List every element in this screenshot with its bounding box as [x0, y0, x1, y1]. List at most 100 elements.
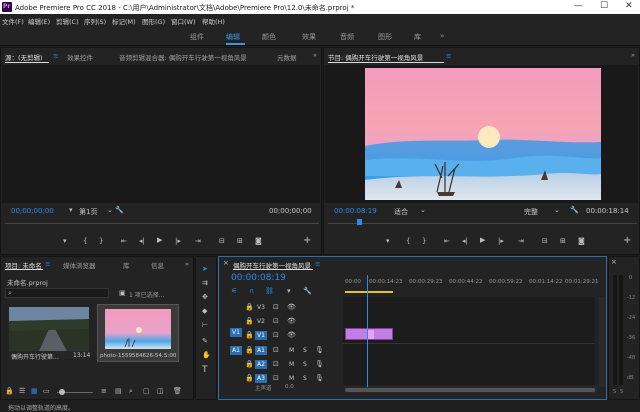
master-track-value[interactable]: 0.0	[285, 384, 294, 390]
source-page-select[interactable]: 第1页	[79, 207, 97, 217]
track-lock-icon[interactable]: 🔒	[245, 346, 254, 354]
program-quality-select[interactable]: 完整	[524, 207, 538, 217]
tab-media-browser[interactable]: 媒体浏览器	[63, 260, 96, 270]
track-mute-button[interactable]: M	[289, 347, 294, 354]
source-mark-out-icon[interactable]: }	[99, 237, 103, 245]
project-item-video[interactable]: 偶购开车行驶第... 13:14	[9, 307, 90, 361]
track-label-v3[interactable]: V3	[257, 304, 265, 311]
track-eye-icon[interactable]: 👁	[287, 317, 296, 325]
timeline-scrollbar[interactable]	[345, 387, 597, 393]
source-wrench-icon[interactable]: 🔧	[115, 206, 124, 214]
menu-help[interactable]: 帮助(H)	[202, 16, 225, 26]
source-timecode-right[interactable]: 00;00;00;00	[269, 207, 312, 215]
freeform-view-icon[interactable]: ▭	[43, 387, 50, 395]
time-ruler[interactable]: 00:00 00:00:14:23 00:00:29:23 00:00:44:2…	[345, 275, 599, 295]
program-fit-chevron-icon[interactable]: ⌄	[420, 206, 426, 214]
timeline-wrench-icon[interactable]: 🔧	[303, 287, 312, 295]
icon-view-icon[interactable]: ▦	[31, 387, 38, 395]
source-insert-icon[interactable]: ⊟	[219, 237, 225, 245]
track-label-a1[interactable]: A1	[255, 346, 267, 355]
source-overwrite-icon[interactable]: ⊞	[237, 237, 243, 245]
track-mic-icon[interactable]: 🎙	[315, 374, 324, 382]
track-label-v2[interactable]: V2	[257, 318, 265, 325]
project-tab-menu-icon[interactable]: ≡	[45, 260, 50, 268]
source-scrubber[interactable]	[5, 223, 319, 224]
source-go-to-out-icon[interactable]: ⇥	[195, 237, 201, 245]
program-mark-in-icon[interactable]: {	[406, 237, 410, 245]
menu-graphics[interactable]: 图形(G)	[142, 16, 165, 26]
track-lock-icon[interactable]: 🔒	[245, 360, 254, 368]
maximize-button[interactable]: ☐	[600, 1, 608, 11]
new-folder-icon[interactable]: ▢	[143, 387, 150, 395]
type-tool-icon[interactable]: T	[202, 365, 208, 375]
program-quality-chevron-icon[interactable]: ⌄	[554, 206, 560, 214]
work-area-bar[interactable]	[345, 291, 393, 293]
find-icon[interactable]: ⌕	[129, 387, 133, 396]
meter-solo-button[interactable]: S	[620, 389, 623, 395]
program-step-back-icon[interactable]: ◂|	[462, 237, 468, 245]
clip-segment[interactable]	[368, 330, 374, 339]
track-solo-button[interactable]: S	[303, 375, 307, 382]
workspace-libraries[interactable]: 库	[414, 32, 421, 42]
workspace-assembly[interactable]: 组件	[190, 32, 204, 42]
track-mic-icon[interactable]: 🎙	[315, 360, 324, 368]
track-lock-icon[interactable]: 🔒	[245, 374, 254, 382]
source-page-chevron-icon[interactable]: ⌄	[107, 206, 113, 214]
source-go-to-in-icon[interactable]: ⇤	[121, 237, 127, 245]
project-search-input[interactable]: ⌕	[5, 288, 109, 298]
program-scrubber[interactable]	[328, 223, 637, 224]
insert-overwrite-icon[interactable]: ⚟	[231, 287, 237, 295]
program-add-button-icon[interactable]: +	[623, 235, 631, 246]
program-export-frame-icon[interactable]: ◙	[578, 237, 585, 245]
timeline-close-icon[interactable]: ×	[223, 259, 229, 267]
program-timecode-left[interactable]: 00:00:08:19	[334, 207, 377, 215]
track-sync-lock-icon[interactable]: ⊡	[273, 317, 279, 325]
track-sync-lock-icon[interactable]: ⊡	[273, 360, 279, 368]
source-step-forward-icon[interactable]: |▸	[175, 237, 181, 245]
razor-tool-icon[interactable]: ◆	[202, 307, 207, 315]
tab-program[interactable]: 节目: 偶购开车行驶第一视角风景	[328, 52, 423, 62]
menu-window[interactable]: 窗口(W)	[171, 16, 196, 26]
program-go-to-out-icon[interactable]: ⇥	[518, 237, 524, 245]
track-sync-lock-icon[interactable]: ⊡	[273, 346, 279, 354]
track-lock-icon[interactable]: 🔒	[245, 317, 254, 325]
source-add-marker-icon[interactable]: ▾	[63, 237, 67, 245]
program-extract-icon[interactable]: ⊞	[560, 237, 566, 245]
menu-file[interactable]: 文件(F)	[2, 16, 24, 26]
meter-solo-button[interactable]: S	[613, 389, 616, 395]
track-sync-lock-icon[interactable]: ⊡	[273, 374, 279, 382]
track-label-v1[interactable]: V1	[255, 331, 267, 340]
program-go-to-in-icon[interactable]: ⇤	[444, 237, 450, 245]
audio-meters-close-icon[interactable]: ×	[611, 258, 617, 266]
program-wrench-icon[interactable]: 🔧	[570, 206, 579, 214]
timeline-timecode[interactable]: 00:00:08:19	[231, 273, 286, 283]
automate-to-sequence-icon[interactable]: ▤	[115, 387, 122, 395]
workspace-color[interactable]: 颜色	[262, 32, 276, 42]
program-mark-out-icon[interactable]: }	[422, 237, 426, 245]
track-mute-button[interactable]: M	[289, 375, 294, 382]
new-bin-icon[interactable]: ▣	[119, 289, 126, 297]
trash-icon[interactable]: 🗑	[173, 387, 182, 395]
source-timecode-left[interactable]: 00;00;00;00	[11, 207, 54, 215]
minimize-button[interactable]: —	[574, 1, 583, 11]
program-timecode-right[interactable]: 00:00:18:14	[586, 207, 629, 215]
program-tab-menu-icon[interactable]: ≡	[446, 52, 451, 60]
track-label-a2[interactable]: A2	[255, 360, 267, 369]
sort-icon[interactable]: ≡	[101, 387, 107, 395]
tab-source[interactable]: 源：(无剪辑)	[5, 52, 43, 62]
video-clip[interactable]	[345, 328, 393, 340]
tab-metadata[interactable]: 元数据	[277, 52, 297, 62]
linked-selection-icon[interactable]: ⛓	[265, 287, 274, 295]
menu-clip[interactable]: 剪辑(C)	[56, 16, 79, 26]
source-mark-in-icon[interactable]: {	[83, 237, 87, 245]
workspace-editing[interactable]: 编辑	[226, 32, 240, 42]
tab-audio-clip-mixer[interactable]: 音频剪辑混合器: 偶购开车行驶第一视角风景	[119, 52, 247, 62]
track-sync-lock-icon[interactable]: ⊡	[273, 331, 279, 339]
track-solo-button[interactable]: S	[303, 347, 307, 354]
slip-tool-icon[interactable]: ⊢	[202, 321, 208, 329]
source-play-icon[interactable]: ▶	[157, 236, 162, 244]
workspace-effects[interactable]: 效果	[302, 32, 316, 42]
source-export-frame-icon[interactable]: ◙	[255, 237, 262, 245]
list-view-icon[interactable]: ☰	[19, 387, 25, 395]
hand-tool-icon[interactable]: ✋	[202, 351, 211, 359]
